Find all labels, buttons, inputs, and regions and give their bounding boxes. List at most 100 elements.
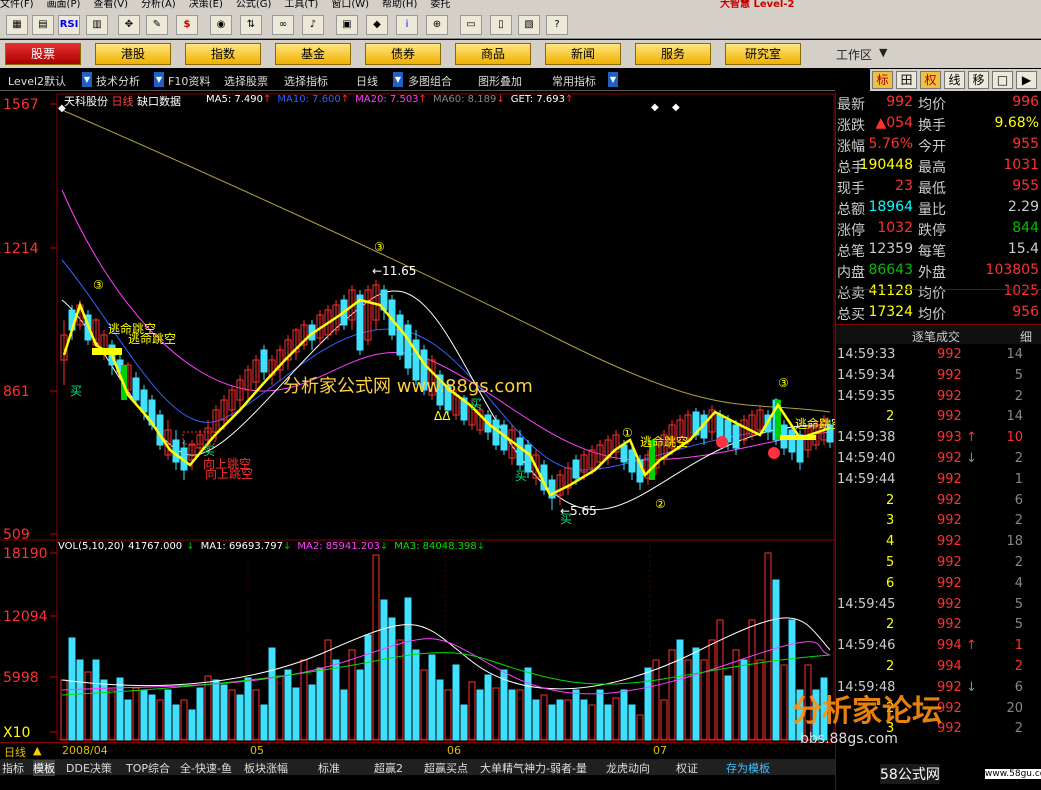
menu-item[interactable]: 查看(V) xyxy=(93,0,128,10)
volume-bar xyxy=(188,709,196,741)
function-menu-item[interactable]: 选择股票 xyxy=(224,73,268,89)
function-menu-item[interactable]: F10资料 xyxy=(168,73,210,89)
category-tab[interactable]: 新闻 xyxy=(545,43,621,65)
category-tab[interactable]: 指数 xyxy=(185,43,261,65)
logo-watermark: 分析家论坛 xyxy=(792,694,942,729)
move-icon[interactable]: ✥ xyxy=(118,15,140,35)
indicator-tab[interactable]: 大单精气神力-弱者-量 xyxy=(480,760,587,776)
right-tab[interactable]: □ xyxy=(992,71,1013,89)
tick-time: 14:59:35 xyxy=(837,388,896,404)
menu-item[interactable]: 公式(G) xyxy=(236,0,272,10)
indicator-tab[interactable]: 模板 xyxy=(33,760,55,776)
function-menu-item[interactable]: 选择指标 xyxy=(284,73,328,89)
sort-icon[interactable]: ⇅ xyxy=(240,15,262,35)
diamond-icon[interactable]: ◆ xyxy=(366,15,388,35)
right-tab[interactable]: 田 xyxy=(896,71,917,89)
chart-icon[interactable]: ▦ xyxy=(6,15,28,35)
function-menu-item[interactable]: 图形叠加 xyxy=(478,73,522,89)
news-icon[interactable]: ▣ xyxy=(336,15,358,35)
category-tab[interactable]: 股票 xyxy=(5,43,81,65)
indicator-tab[interactable]: 板块涨幅 xyxy=(244,760,288,776)
category-tab[interactable]: 基金 xyxy=(275,43,351,65)
menu-item[interactable]: 工具(T) xyxy=(284,0,318,10)
dropdown-arrow-icon[interactable]: ▼ xyxy=(393,72,403,87)
quote-label: 内盘 xyxy=(837,265,865,281)
note-icon[interactable]: ▭ xyxy=(460,15,482,35)
volume-bar xyxy=(572,689,580,741)
indicator-tab[interactable]: 存为模板 xyxy=(726,760,770,776)
tick-volume: 5 xyxy=(1014,596,1023,612)
right-tab[interactable]: 线 xyxy=(944,71,965,89)
right-tab[interactable]: 权 xyxy=(920,71,941,89)
menu-item[interactable]: 分析(A) xyxy=(141,0,176,10)
indicator-tab[interactable]: 龙虎动向 xyxy=(606,760,650,776)
menu-item[interactable]: 窗口(W) xyxy=(331,0,369,10)
menu-item[interactable]: 帮助(H) xyxy=(382,0,417,10)
eye-icon[interactable]: ◉ xyxy=(210,15,232,35)
info-icon[interactable]: i xyxy=(396,15,418,35)
calc-icon[interactable]: ▧ xyxy=(518,15,540,35)
dropdown-arrow-icon[interactable]: ▼ xyxy=(608,72,618,87)
category-tab[interactable]: 债券 xyxy=(365,43,441,65)
triangle-icon[interactable]: ▲ xyxy=(33,744,41,757)
category-tab[interactable]: 服务 xyxy=(635,43,711,65)
menu-item[interactable]: 委托 xyxy=(430,0,450,10)
quote-value: 5.76% xyxy=(868,136,913,152)
menu-item[interactable]: 文件(F) xyxy=(0,0,34,10)
indicator-tab[interactable]: 超赢2 xyxy=(374,760,403,776)
workspace-label[interactable]: 工作区 xyxy=(836,46,872,63)
right-tab[interactable]: 移 xyxy=(968,71,989,89)
binoculars-icon[interactable]: ∞ xyxy=(272,15,294,35)
chart-title: 天科股份 日线 缺口数据 xyxy=(64,93,181,109)
period-bottom[interactable]: 日线 xyxy=(4,744,26,760)
dollar-icon[interactable]: $ xyxy=(176,15,198,35)
book-icon[interactable]: ▯ xyxy=(490,15,512,35)
link-icon[interactable]: ⊕ xyxy=(426,15,448,35)
function-menu-item[interactable]: 多图组合 xyxy=(408,73,452,89)
volume-bar xyxy=(140,689,148,741)
volume-bar xyxy=(236,694,244,741)
indicator-tab[interactable]: 标准 xyxy=(318,760,340,776)
kline-chart[interactable]: 1567 1214 861 509 18190 12094 5998 X10 逃命跳空 逃命跳空向… xyxy=(0,92,843,742)
right-tab[interactable]: ▶ xyxy=(1016,71,1037,89)
workspace-dropdown-icon[interactable]: ▼ xyxy=(879,46,887,59)
category-tab[interactable]: 商品 xyxy=(455,43,531,65)
dropdown-arrow-icon[interactable]: ▼ xyxy=(82,72,92,87)
function-menu-item[interactable]: 日线 xyxy=(356,73,378,89)
rsi-icon[interactable]: RSI xyxy=(58,15,80,35)
tick-arrow: ↑ xyxy=(966,638,977,654)
indicator-tab[interactable]: DDE决策 xyxy=(66,760,112,776)
tick-volume: 2 xyxy=(1014,721,1023,737)
kline-chart-svg: 1567121486150918190120945998X10逃命跳空逃命跳空向… xyxy=(0,93,843,741)
right-tab[interactable]: 标 xyxy=(872,71,893,89)
category-tab[interactable]: 研究室 xyxy=(725,43,801,65)
function-menu-item[interactable]: Level2默认 xyxy=(8,73,66,89)
ticks-detail-toggle[interactable]: 细 xyxy=(1020,328,1032,345)
menu-item[interactable]: 画面(P) xyxy=(47,0,81,10)
indicator-tab[interactable]: 全-快速-鱼 xyxy=(180,760,232,776)
help-icon[interactable]: ? xyxy=(546,15,568,35)
tick-price: 992 xyxy=(937,534,962,550)
pen-icon[interactable]: ✎ xyxy=(146,15,168,35)
volume-bar xyxy=(252,689,260,741)
volume-legend: VOL(5,10,20) 41767.000 ↓ MA1: 69693.797↓ MA2… xyxy=(58,541,491,552)
function-menu-item[interactable]: 常用指标 xyxy=(552,73,596,89)
indicator-tab[interactable]: TOP综合 xyxy=(126,760,170,776)
menu-item[interactable]: 决策(E) xyxy=(189,0,223,10)
volume-bar xyxy=(212,679,220,741)
indicator-tab[interactable]: 权证 xyxy=(676,760,698,776)
indicator-tab[interactable]: 指标 xyxy=(2,760,24,776)
volume-bar xyxy=(516,689,524,741)
quote-value: 844 xyxy=(1012,220,1039,236)
indicator-tab[interactable]: 超赢买点 xyxy=(424,760,468,776)
panel-icon[interactable]: ▤ xyxy=(32,15,54,35)
grid-icon[interactable]: ▥ xyxy=(86,15,108,35)
dropdown-arrow-icon[interactable]: ▼ xyxy=(154,72,164,87)
volume-bar xyxy=(156,699,164,741)
chart-annotation: ←5.65 xyxy=(560,504,597,518)
chart-annotation: ③ xyxy=(93,278,104,292)
category-tab[interactable]: 港股 xyxy=(95,43,171,65)
tick-price: 992 xyxy=(937,451,962,466)
function-menu-item[interactable]: 技术分析 xyxy=(96,73,140,89)
alarm-icon[interactable]: ♪ xyxy=(302,15,324,35)
